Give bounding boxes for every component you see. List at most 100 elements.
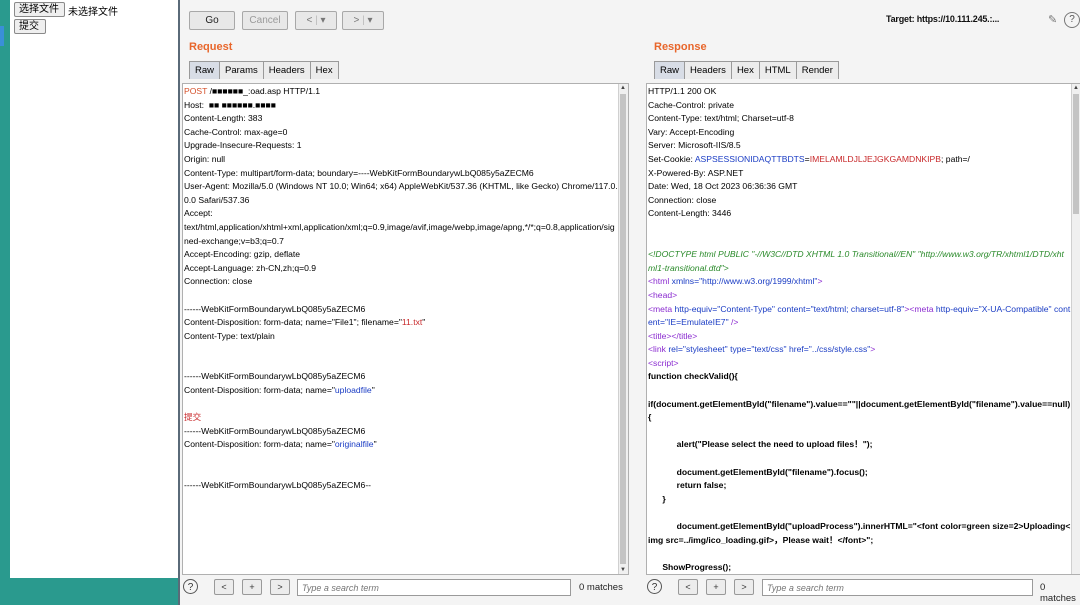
tab-hex[interactable]: Hex (730, 61, 760, 79)
response-token: <link (648, 344, 669, 355)
scroll-thumb[interactable] (1073, 94, 1079, 214)
request-line[interactable]: Accept: (184, 207, 618, 221)
target-label[interactable]: Target: https://10.111.245.:... (886, 14, 999, 24)
request-line[interactable]: Content-Type: multipart/form-data; bound… (184, 167, 618, 181)
response-line[interactable]: } (648, 493, 1071, 507)
request-line[interactable]: Cache-Control: max-age=0 (184, 126, 618, 140)
response-editor[interactable]: HTTP/1.1 200 OK Cache-Control: private Con… (646, 83, 1080, 575)
response-line[interactable]: alert("Please select the need to upload … (648, 438, 1071, 452)
response-line[interactable]: Server: Microsoft-IIS/8.5 (648, 139, 1071, 153)
request-line[interactable]: Accept-Language: zh-CN,zh;q=0.9 (184, 262, 618, 276)
add-match-button[interactable]: + (242, 579, 262, 595)
response-scrollbar[interactable]: ▲ (1071, 84, 1080, 574)
request-line[interactable] (184, 357, 618, 371)
request-line[interactable]: ------WebKitFormBoundarywLbQ085y5aZECM6 (184, 303, 618, 317)
next-match-button[interactable]: > (734, 579, 754, 595)
tab-raw[interactable]: Raw (654, 61, 686, 79)
scroll-down-icon[interactable]: ▼ (620, 567, 626, 573)
response-line[interactable]: <meta http-equiv="Content-Type" content=… (648, 303, 1071, 330)
response-line[interactable] (648, 547, 1071, 561)
request-line[interactable]: ------WebKitFormBoundarywLbQ085y5aZECM6 (184, 370, 618, 384)
cancel-button[interactable]: Cancel (242, 11, 288, 30)
edit-target-icon[interactable]: ✎ (1048, 13, 1057, 26)
request-line[interactable]: Upgrade-Insecure-Requests: 1 (184, 139, 618, 153)
submit-button[interactable]: 提交 (14, 19, 46, 34)
response-line[interactable]: if(document.getElementById("filename").v… (648, 398, 1071, 425)
request-line[interactable]: Content-Length: 383 (184, 112, 618, 126)
request-scrollbar[interactable]: ▲ ▼ (618, 84, 628, 574)
go-button[interactable]: Go (189, 11, 235, 30)
response-line[interactable]: return false; (648, 479, 1071, 493)
request-line[interactable]: Connection: close (184, 275, 618, 289)
request-line[interactable]: Host: ■■ ■■■■■■.■■■■ (184, 99, 618, 113)
request-editor[interactable]: POST /■■■■■■_:oad.asp HTTP/1.1 Host: ■■ ■… (182, 83, 629, 575)
response-line[interactable]: Content-Length: 3446 (648, 207, 1071, 221)
add-match-button[interactable]: + (706, 579, 726, 595)
tab-html[interactable]: HTML (758, 61, 797, 79)
request-line[interactable]: text/html,application/xhtml+xml,applicat… (184, 221, 618, 248)
response-line[interactable]: function checkValid(){ (648, 370, 1071, 384)
response-line[interactable]: Content-Type: text/html; Charset=utf-8 (648, 112, 1071, 126)
request-text[interactable]: POST /■■■■■■_:oad.asp HTTP/1.1 Host: ■■ ■… (184, 85, 618, 493)
prev-match-button[interactable]: < (214, 579, 234, 595)
next-match-button[interactable]: > (270, 579, 290, 595)
response-line[interactable]: Set-Cookie: ASPSESSIONIDAQTTBDTS=IMELAML… (648, 153, 1071, 167)
search-input[interactable] (762, 579, 1033, 596)
response-line[interactable] (648, 425, 1071, 439)
request-line[interactable] (184, 343, 618, 357)
tab-raw[interactable]: Raw (189, 61, 221, 79)
response-line[interactable]: <script> (648, 357, 1071, 371)
request-line[interactable] (184, 466, 618, 480)
response-line[interactable]: <link rel="stylesheet" type="text/css" h… (648, 343, 1071, 357)
response-line[interactable] (648, 452, 1071, 466)
request-line[interactable]: ------WebKitFormBoundarywLbQ085y5aZECM6-… (184, 479, 618, 493)
response-line[interactable]: <html xmlns="http://www.w3.org/1999/xhtm… (648, 275, 1071, 289)
response-line[interactable]: ShowProgress(); (648, 561, 1071, 574)
response-line[interactable]: <head> (648, 289, 1071, 303)
request-line[interactable]: Content-Disposition: form-data; name="or… (184, 438, 618, 452)
search-input[interactable] (297, 579, 571, 596)
response-line[interactable]: document.getElementById("filename").focu… (648, 466, 1071, 480)
request-line[interactable]: ------WebKitFormBoundarywLbQ085y5aZECM6 (184, 425, 618, 439)
request-line[interactable] (184, 452, 618, 466)
request-line[interactable]: Origin: null (184, 153, 618, 167)
choose-file-button[interactable]: 选择文件 (14, 2, 65, 17)
tab-headers[interactable]: Headers (262, 61, 311, 79)
tab-render[interactable]: Render (795, 61, 839, 79)
request-line[interactable]: POST /■■■■■■_:oad.asp HTTP/1.1 (184, 85, 618, 99)
help-icon[interactable]: ? (183, 579, 198, 594)
response-line[interactable] (648, 506, 1071, 520)
scroll-up-icon[interactable]: ▲ (1073, 85, 1079, 91)
response-line[interactable]: Connection: close (648, 194, 1071, 208)
request-line[interactable]: Content-Disposition: form-data; name="Fi… (184, 316, 618, 330)
request-line[interactable]: Accept-Encoding: gzip, deflate (184, 248, 618, 262)
prev-match-button[interactable]: < (678, 579, 698, 595)
response-line[interactable] (648, 221, 1071, 235)
scroll-up-icon[interactable]: ▲ (620, 85, 626, 91)
response-line[interactable] (648, 384, 1071, 398)
help-icon[interactable]: ? (647, 579, 662, 594)
tab-params[interactable]: Params (219, 61, 264, 79)
response-line[interactable]: HTTP/1.1 200 OK (648, 85, 1071, 99)
response-line[interactable]: X-Powered-By: ASP.NET (648, 167, 1071, 181)
back-button[interactable]: < | ▾ (295, 11, 337, 30)
tab-headers[interactable]: Headers (684, 61, 732, 79)
tab-hex[interactable]: Hex (309, 61, 339, 79)
request-line[interactable]: 提交 (184, 411, 618, 425)
forward-button[interactable]: > | ▾ (342, 11, 384, 30)
request-line[interactable]: Content-Type: text/plain (184, 330, 618, 344)
request-line[interactable] (184, 398, 618, 412)
request-line[interactable] (184, 289, 618, 303)
response-line[interactable] (648, 235, 1071, 249)
response-line[interactable]: document.getElementById("uploadProcess")… (648, 520, 1071, 547)
response-line[interactable]: <!DOCTYPE html PUBLIC "-//W3C//DTD XHTML… (648, 248, 1071, 275)
response-line[interactable]: Vary: Accept-Encoding (648, 126, 1071, 140)
help-icon[interactable]: ? (1064, 12, 1080, 28)
request-line[interactable]: Content-Disposition: form-data; name="up… (184, 384, 618, 398)
response-text[interactable]: HTTP/1.1 200 OK Cache-Control: private Con… (648, 85, 1071, 574)
scroll-thumb[interactable] (620, 94, 626, 564)
response-line[interactable]: Cache-Control: private (648, 99, 1071, 113)
response-line[interactable]: <title></title> (648, 330, 1071, 344)
response-line[interactable]: Date: Wed, 18 Oct 2023 06:36:36 GMT (648, 180, 1071, 194)
request-line[interactable]: User-Agent: Mozilla/5.0 (Windows NT 10.0… (184, 180, 618, 207)
